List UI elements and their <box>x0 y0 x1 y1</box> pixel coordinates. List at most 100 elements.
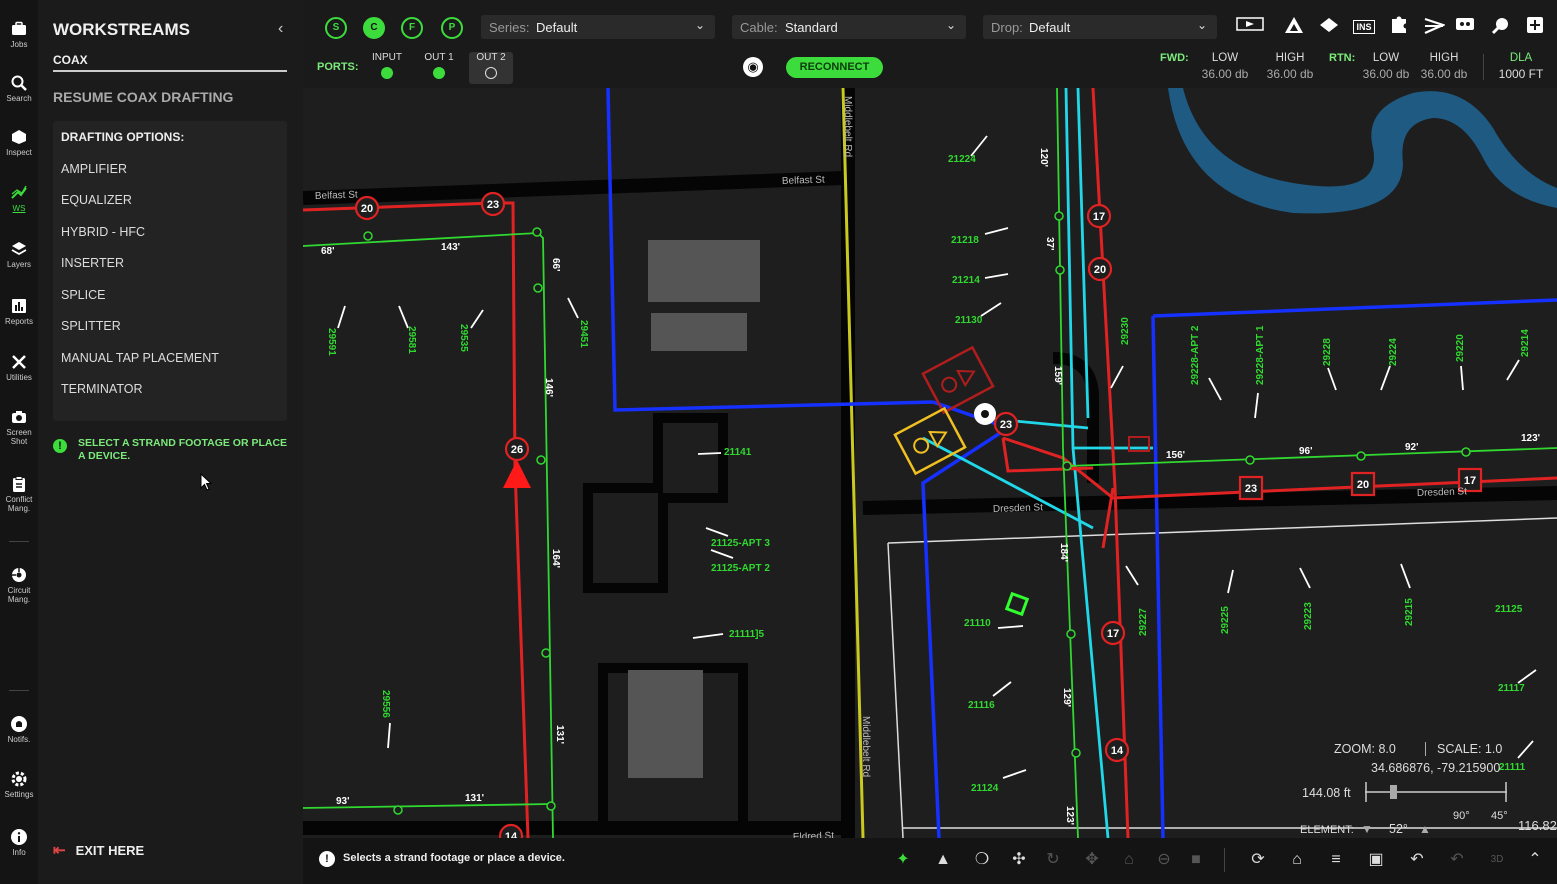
rail-settings[interactable]: Settings <box>0 770 38 799</box>
select-icon[interactable]: ✦ <box>892 849 914 871</box>
scale-bar[interactable] <box>1365 780 1509 804</box>
trash-icon[interactable]: ■ <box>1185 849 1207 871</box>
tap-value: 26 <box>511 444 523 456</box>
option-terminator[interactable]: TERMINATOR <box>61 382 142 396</box>
tap-marker[interactable]: 23 <box>1238 475 1264 501</box>
refresh-icon[interactable]: ⟳ <box>1247 849 1269 871</box>
speedometer-icon[interactable]: ◉ <box>743 57 763 77</box>
tap-value: 23 <box>1245 483 1257 495</box>
rail-reports[interactable]: Reports <box>0 297 38 326</box>
tap-marker[interactable]: 26 <box>504 436 530 462</box>
home-icon[interactable]: ⌂ <box>1286 849 1308 871</box>
zoom-readout: ZOOM: 8.0 <box>1334 742 1396 756</box>
port-input[interactable]: INPUT <box>365 52 409 79</box>
tap-marker[interactable]: 23 <box>993 411 1019 437</box>
rail-label: Jobs <box>10 40 28 49</box>
rail-layers[interactable]: Layers <box>0 240 38 269</box>
port-out-1[interactable]: OUT 1 <box>417 52 461 79</box>
level-header: LOW <box>1211 52 1239 64</box>
level-value: 36.00 db <box>1201 67 1249 81</box>
address-label: 21141 <box>724 447 752 458</box>
address-label: 29228 <box>1322 338 1333 366</box>
rail-divider <box>9 541 29 542</box>
diamond-icon[interactable] <box>1318 16 1340 38</box>
shapes-icon[interactable]: ▲ <box>932 849 954 871</box>
briefcase-icon <box>12 21 26 35</box>
triangle-down-icon[interactable]: ▼ <box>1361 822 1373 836</box>
tap-marker[interactable]: 20 <box>354 195 380 221</box>
rotate-icon[interactable]: ↻ <box>1042 849 1064 871</box>
minus-circle-icon[interactable]: ⊖ <box>1153 849 1175 871</box>
mode-f-button[interactable]: F <box>401 17 423 39</box>
port-out-2[interactable]: OUT 2 <box>469 52 513 84</box>
plus-square-icon[interactable] <box>1524 16 1546 38</box>
node-icon[interactable] <box>1454 16 1476 38</box>
map-canvas[interactable]: 20 23 26 14 17 17 20 23 14 23 20 17 Belfast St Belfa… <box>303 88 1557 838</box>
rail-circuit[interactable]: Circuit Mang. <box>0 566 38 604</box>
tap-marker[interactable]: 14 <box>1104 737 1130 763</box>
tap-value: 20 <box>1357 479 1369 491</box>
option-manual-tap-placement[interactable]: MANUAL TAP PLACEMENT <box>61 351 219 365</box>
mode-s-button[interactable]: S <box>325 17 347 39</box>
redo-icon[interactable]: ↶ <box>1446 849 1468 871</box>
tap-marker[interactable]: 17 <box>1100 620 1126 646</box>
mode-p-button[interactable]: P <box>441 17 463 39</box>
rail-utilities[interactable]: Utilities <box>0 353 38 382</box>
ticket-icon[interactable] <box>1235 16 1265 38</box>
resume-drafting-link[interactable]: RESUME COAX DRAFTING <box>53 89 233 105</box>
mode-c-button[interactable]: C <box>363 17 385 39</box>
rail-conflict[interactable]: Conflict Mang. <box>0 475 38 513</box>
option-equalizer[interactable]: EQUALIZER <box>61 193 132 207</box>
rail-search[interactable]: Search <box>0 74 38 103</box>
triangle-icon[interactable] <box>1283 16 1305 38</box>
option-hybrid-hfc[interactable]: HYBRID - HFC <box>61 225 145 239</box>
undo-icon[interactable]: ↶ <box>1406 849 1428 871</box>
rail-screenshot[interactable]: Screen Shot <box>0 408 38 446</box>
option-inserter[interactable]: INSERTER <box>61 256 124 270</box>
chevron-up-icon[interactable]: ⌃ <box>1524 849 1546 871</box>
puzzle-icon[interactable] <box>1388 16 1410 38</box>
address-label: 29228-APT 2 <box>1190 325 1201 385</box>
lasso-icon[interactable]: ❍ <box>971 849 993 871</box>
cable-select[interactable]: Cable: Standard ⌄ <box>732 15 966 39</box>
option-amplifier[interactable]: AMPLIFIER <box>61 162 127 176</box>
rail-label: Search <box>6 94 32 103</box>
exit-button[interactable]: ⇤ EXIT HERE <box>53 841 144 859</box>
street-label: Middlebelt Rd <box>860 716 871 777</box>
rail-jobs[interactable]: Jobs <box>0 20 38 49</box>
option-splitter[interactable]: SPLITTER <box>61 319 121 333</box>
option-splice[interactable]: SPLICE <box>61 288 105 302</box>
series-select[interactable]: Series: Default ⌄ <box>481 15 715 39</box>
street-label: Dresden St <box>1417 486 1468 499</box>
tap-marker[interactable]: 17 <box>1086 203 1112 229</box>
cyan-lines <box>922 88 1153 838</box>
drop-select[interactable]: Drop: Default ⌄ <box>983 15 1217 39</box>
list-add-icon[interactable]: ≡ <box>1325 849 1347 871</box>
crosshair-icon[interactable]: ✣ <box>1008 849 1030 871</box>
toolbar-divider <box>1224 848 1225 872</box>
lightning-icon[interactable] <box>1423 16 1447 38</box>
building-icon[interactable]: ⌂ <box>1118 849 1140 871</box>
rail-label: Conflict Mang. <box>5 495 33 513</box>
rail-inspect[interactable]: Inspect <box>0 128 38 157</box>
level-value: 1000 FT <box>1498 67 1544 81</box>
tap-marker[interactable]: 14 <box>498 823 524 838</box>
drafting-options-heading: DRAFTING OPTIONS: <box>61 130 185 144</box>
tap-marker[interactable]: 23 <box>480 191 506 217</box>
rail-info[interactable]: Info <box>0 828 38 857</box>
tap-marker[interactable]: 20 <box>1350 471 1376 497</box>
layers-icon <box>11 242 27 256</box>
ins-icon[interactable]: INS <box>1353 16 1375 38</box>
legend-divider <box>1425 742 1426 756</box>
rail-notifs[interactable]: Notifs. <box>0 715 38 744</box>
port-name: INPUT <box>372 52 402 63</box>
triangle-up-icon[interactable]: ▲ <box>1419 822 1431 836</box>
wrench-icon[interactable] <box>1489 16 1511 38</box>
move-icon[interactable]: ✥ <box>1081 849 1103 871</box>
screen-icon[interactable]: ▣ <box>1365 849 1387 871</box>
reconnect-button[interactable]: RECONNECT <box>786 57 883 78</box>
tap-marker[interactable]: 20 <box>1087 256 1113 282</box>
rail-ws[interactable]: WS <box>0 184 38 213</box>
chevron-left-icon[interactable]: ‹ <box>278 20 283 38</box>
3d-icon[interactable]: 3D <box>1486 849 1508 871</box>
